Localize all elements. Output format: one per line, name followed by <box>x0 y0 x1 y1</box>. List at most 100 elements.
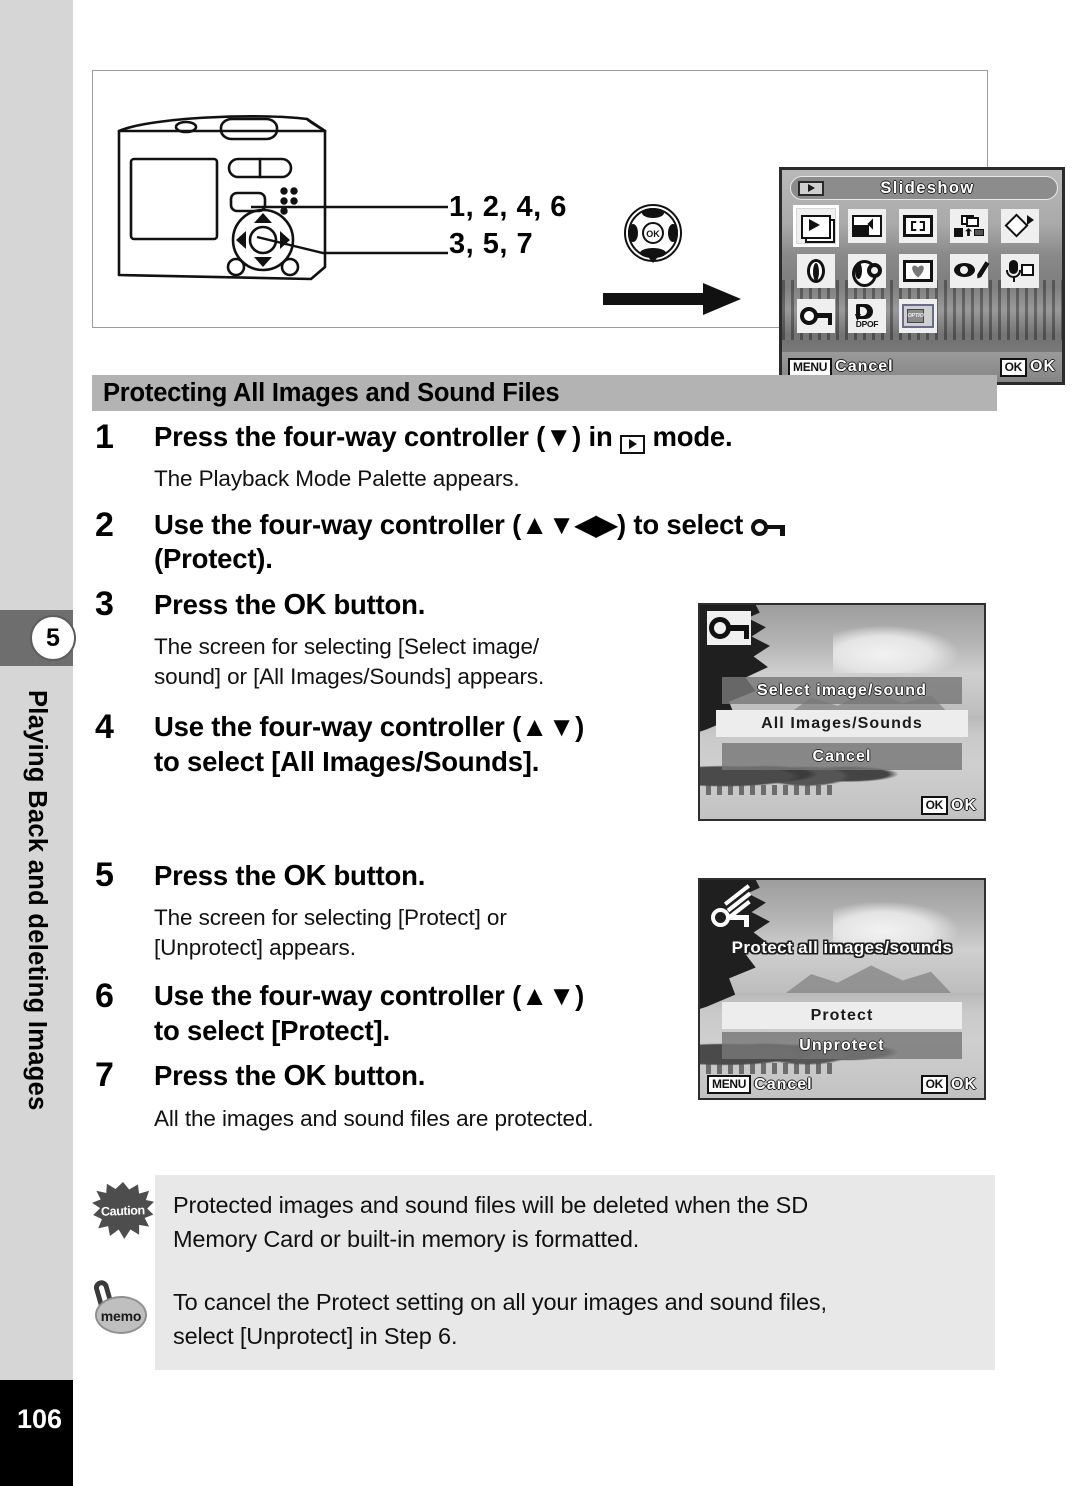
step-7-number: 7 <box>95 1056 114 1095</box>
callout-line-2: 3, 5, 7 <box>449 228 534 261</box>
menu-item-all-images-sounds[interactable]: All Images/Sounds <box>716 710 968 737</box>
step-6-title-line-2: to select [Protect]. <box>154 1014 390 1046</box>
step-5-title-b: button. <box>333 859 426 891</box>
callout-labels: 1, 2, 4, 6 3, 5, 7 <box>449 189 567 263</box>
select-menu-list: Select image/sound All Images/Sounds Can… <box>700 677 984 770</box>
palette-dpof-icon[interactable]: DPOF <box>845 296 889 336</box>
step-5-description: The screen for selecting [Protect] or [U… <box>154 903 674 963</box>
menu-item-cancel[interactable]: Cancel <box>722 743 962 770</box>
chapter-title: Playing Back and deleting Images <box>0 690 73 1330</box>
palette-resize-icon[interactable] <box>845 206 889 246</box>
page-number-text: 106 <box>16 1403 63 1434</box>
protect-key-icon <box>707 611 751 645</box>
memo-badge-label: memo <box>100 1308 142 1324</box>
step-3-title-a: Press the <box>154 588 277 620</box>
menu-item-protect[interactable]: Protect <box>722 1002 962 1029</box>
step-3-title: Press the OK button. <box>154 587 425 624</box>
ok-label: OK <box>1030 358 1056 375</box>
callout-leader-lines <box>251 205 448 255</box>
step-7-title: Press the OK button. <box>154 1058 425 1095</box>
palette-brightness-filter-icon[interactable] <box>845 251 889 291</box>
memo-note-icon: memo <box>92 1278 156 1344</box>
palette-frame-composite-icon[interactable] <box>896 251 940 291</box>
step-1-title-a: Press the four-way controller (▼) in <box>154 421 613 452</box>
select-screen-footer: OK OK <box>700 796 984 815</box>
step-3-title-b: button. <box>333 588 426 620</box>
step-1-number: 1 <box>95 418 114 456</box>
four-way-controller-press-down: OK <box>603 204 741 315</box>
palette-voice-memo-icon[interactable] <box>998 251 1042 291</box>
playback-mode-palette-screen: Slideshow DPOF OPTIO MENU Cancel OK OK <box>779 167 1065 385</box>
protect-all-key-icon <box>709 884 761 932</box>
select-image-sound-screen: Select image/sound All Images/Sounds Can… <box>698 603 986 821</box>
cancel-label: Cancel <box>754 1075 813 1093</box>
memo-note: To cancel the Protect setting on all you… <box>155 1272 995 1370</box>
right-arrow <box>603 283 741 315</box>
step-7-title-b: button. <box>333 1060 426 1092</box>
palette-image-copy-icon[interactable] <box>947 206 991 246</box>
step-1-description: The Playback Mode Palette appears. <box>154 465 520 491</box>
caution-burst-icon: Caution <box>92 1182 156 1246</box>
palette-row-3: DPOF <box>794 296 1056 336</box>
step-4-title-line-2: to select [All Images/Sounds]. <box>154 745 540 777</box>
cancel-label: Cancel <box>835 358 894 375</box>
section-heading: Protecting All Images and Sound Files <box>92 375 997 411</box>
protect-all-screen: Protect all images/sounds Protect Unprot… <box>698 878 986 1100</box>
menu-badge[interactable]: MENU <box>707 1075 752 1094</box>
chapter-number: 5 <box>30 615 76 661</box>
step-5-title-a: Press the <box>154 859 277 891</box>
menu-item-select-image-sound[interactable]: Select image/sound <box>722 677 962 704</box>
palette-start-up-screen-icon[interactable] <box>896 296 940 336</box>
playback-mode-icon <box>798 180 824 196</box>
step-7-title-a: Press the <box>154 1060 277 1092</box>
step-3-desc-line-1: The screen for selecting [Select image/ <box>154 634 540 660</box>
palette-digital-filter-icon[interactable] <box>794 251 838 291</box>
step-4-title: Use the four-way controller (▲▼) to sele… <box>154 710 714 779</box>
section-heading-text: Protecting All Images and Sound Files <box>103 378 560 407</box>
palette-protect-key-icon[interactable] <box>794 296 838 336</box>
step-5-desc-line-1: The screen for selecting [Protect] or <box>154 905 507 931</box>
callout-line-1: 1, 2, 4, 6 <box>449 191 567 223</box>
step-5-number: 5 <box>95 855 114 894</box>
page-number: 106 <box>0 1380 73 1486</box>
ok-button-label: OK <box>283 588 326 621</box>
step-7-description: All the images and sound files are prote… <box>154 1105 594 1131</box>
menu-badge[interactable]: MENU <box>788 357 833 377</box>
ok-badge[interactable]: OK <box>920 796 948 815</box>
step-5-title: Press the OK button. <box>154 858 425 895</box>
step-5-desc-line-2: [Unprotect] appears. <box>154 934 356 960</box>
step-2-title: Use the four-way controller (▲▼◀▶) to se… <box>154 508 785 577</box>
caution-line-1: Protected images and sound files will be… <box>173 1192 809 1218</box>
step-6-title: Use the four-way controller (▲▼) to sele… <box>154 979 714 1048</box>
step-3-description: The screen for selecting [Select image/ … <box>154 632 674 692</box>
protect-all-title: Protect all images/sounds <box>731 938 953 957</box>
step-3-desc-line-2: sound] or [All Images/Sounds] appears. <box>154 664 545 690</box>
ok-badge[interactable]: OK <box>920 1075 948 1094</box>
protect-menu-list: Protect Unprotect <box>700 1002 984 1059</box>
palette-row-2 <box>794 251 1056 291</box>
ok-badge[interactable]: OK <box>999 357 1027 377</box>
caution-note: Protected images and sound files will be… <box>155 1175 995 1273</box>
svg-text:OK: OK <box>646 229 660 239</box>
ok-label: OK <box>951 1075 977 1093</box>
ok-label: OK <box>951 796 977 814</box>
palette-title-bar: Slideshow <box>790 176 1058 200</box>
top-figure: 1, 2, 4, 6 3, 5, 7 OK Slideshow DPOF OPT… <box>92 70 1065 385</box>
palette-trimming-icon[interactable] <box>896 206 940 246</box>
ok-button-label: OK <box>283 859 326 892</box>
step-6-number: 6 <box>95 976 114 1015</box>
palette-image-rotation-icon[interactable] <box>998 206 1042 246</box>
step-2: 2 Use the four-way controller (▲▼◀▶) to … <box>92 507 997 577</box>
caution-line-2: Memory Card or built-in memory is format… <box>173 1225 640 1252</box>
memo-line-2: select [Unprotect] in Step 6. <box>173 1322 458 1349</box>
palette-slideshow-icon[interactable] <box>793 205 839 247</box>
menu-item-unprotect[interactable]: Unprotect <box>722 1032 962 1059</box>
caution-badge-label: Caution <box>100 1203 146 1219</box>
palette-red-eye-compensation-icon[interactable] <box>947 251 991 291</box>
step-1-title-b: mode. <box>652 421 733 452</box>
step-1-title: Press the four-way controller (▼) in mod… <box>154 420 733 455</box>
ok-button-label: OK <box>283 1060 326 1093</box>
chapter-title-text: Playing Back and deleting Images <box>23 690 51 1111</box>
manual-page: 5 Playing Back and deleting Images 106 1… <box>0 0 1080 1486</box>
step-2-title-b: (Protect). <box>154 543 273 575</box>
